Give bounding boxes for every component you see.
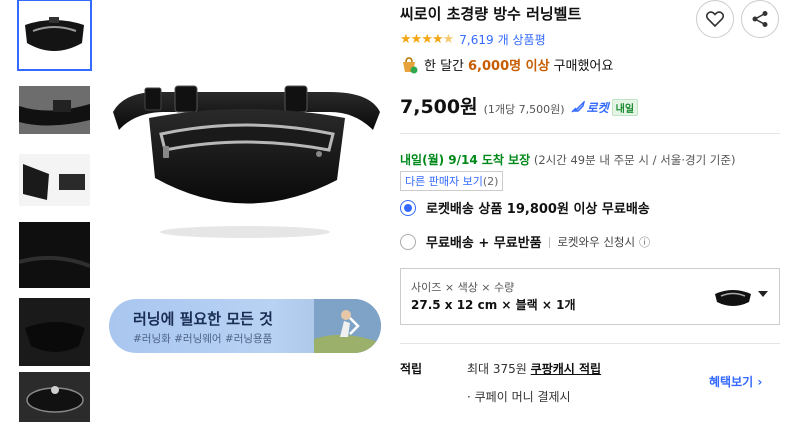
caret-down-icon <box>758 291 768 297</box>
banner-title: 러닝에 필요한 모든 것 <box>133 310 273 328</box>
rating-row[interactable]: ★ ★ ★ ★ ★ 7,619 개 상품평 <box>400 31 546 48</box>
delivery-date: 내일(월) 9/14 도착 보장 <box>400 153 531 167</box>
sold-prefix: 한 달간 <box>424 59 465 74</box>
product-title: 씨로이 초경량 방수 러닝벨트 <box>400 5 582 23</box>
wishlist-button[interactable] <box>696 0 734 38</box>
running-belt-image <box>113 85 380 238</box>
points-line-2: · 쿠페이 머니 결제시 <box>467 390 571 404</box>
shipping-option-free-return[interactable]: 무료배송 + 무료반품 | 로켓와우 신청시 ⓘ <box>400 232 650 251</box>
rocket-wow-note: 로켓와우 신청시 <box>557 234 636 249</box>
thumbnail-1[interactable] <box>17 0 92 71</box>
option-thumbnail <box>715 290 751 306</box>
buckle-image <box>19 154 90 206</box>
product-price: 7,500원 <box>400 96 478 118</box>
coupang-cash-link[interactable]: 쿠팡캐시 적립 <box>531 362 601 376</box>
shipping-option-rocket[interactable]: 로켓배송 상품 19,800원 이상 무료배송 <box>400 198 650 217</box>
star-icon: ★ <box>442 32 455 47</box>
other-sellers-button[interactable]: 다른 판매자 보기(2) <box>400 171 504 191</box>
thumbnail-4[interactable] <box>19 222 90 288</box>
points-label: 적립 <box>400 362 423 376</box>
separator: | <box>547 235 552 248</box>
price-row: 7,500원 (1개당 7,500원) 로켓 내일 <box>400 92 639 119</box>
rocket-icon <box>571 101 585 113</box>
sales-count-row: 한 달간 6,000명 이상 구매했어요 <box>400 55 613 74</box>
review-count[interactable]: 7,619 <box>459 33 493 47</box>
thumbnail-6[interactable] <box>19 372 90 422</box>
running-promo-banner[interactable]: 러닝에 필요한 모든 것 #러닝화 #러닝웨어 #러닝용품 <box>109 299 381 353</box>
info-icon[interactable]: ⓘ <box>639 234 650 250</box>
belt-thumbnail-image <box>19 1 90 69</box>
other-sellers-label: 다른 판매자 보기 <box>405 175 483 188</box>
banner-tags: #러닝화 #러닝웨어 #러닝용품 <box>133 333 273 345</box>
rocket-delivery-badge: 로켓 내일 <box>571 98 639 116</box>
divider <box>400 343 780 344</box>
delivery-info: 내일(월) 9/14 도착 보장 (2시간 49분 내 주문 시 / 서울·경기… <box>400 151 735 168</box>
thumbnail-5[interactable] <box>19 298 90 366</box>
shipping-option-label: 로켓배송 상품 19,800원 이상 무료배송 <box>426 202 650 217</box>
heart-icon <box>706 11 724 27</box>
star-rating: ★ ★ ★ ★ ★ <box>400 32 455 47</box>
main-product-image <box>105 0 390 423</box>
review-count-suffix[interactable]: 개 상품평 <box>498 31 546 48</box>
water-splash-image <box>19 372 90 422</box>
sold-suffix: 구매했어요 <box>553 59 614 74</box>
belt-detail-image <box>19 86 90 134</box>
thumbnail-2[interactable] <box>19 86 90 134</box>
chevron-right-icon <box>349 317 360 335</box>
share-button[interactable] <box>741 0 779 38</box>
star-icon: ★ <box>421 32 433 47</box>
unit-price: (1개당 7,500원) <box>483 103 565 116</box>
divider <box>400 133 780 134</box>
tomorrow-badge: 내일 <box>611 98 639 116</box>
rocket-label: 로켓 <box>586 100 609 115</box>
star-icon: ★ <box>410 32 423 47</box>
other-sellers-count: (2) <box>482 175 499 188</box>
fabric-image <box>19 222 90 288</box>
points-max: 최대 375원 <box>467 362 527 376</box>
star-icon: ★ <box>400 32 412 47</box>
shipping-option-label: 무료배송 + 무료반품 <box>426 236 542 251</box>
star-icon: ★ <box>431 32 444 47</box>
option-selector[interactable]: 사이즈 × 색상 × 수량 27.5 x 12 cm × 블랙 × 1개 <box>400 268 780 325</box>
cart-badge-icon <box>403 56 418 73</box>
thumbnail-3[interactable] <box>19 154 90 206</box>
sold-count: 6,000명 이상 <box>468 59 550 74</box>
radio-selected[interactable] <box>400 199 416 216</box>
radio-unselected[interactable] <box>400 233 416 250</box>
delivery-detail: (2시간 49분 내 주문 시 / 서울·경기 기준) <box>533 153 736 167</box>
option-selector-label: 사이즈 × 색상 × 수량 <box>411 281 515 294</box>
benefits-link[interactable]: 혜택보기 › <box>709 373 762 390</box>
belt-dark-image <box>19 298 90 366</box>
share-icon <box>752 11 768 27</box>
points-line-1: 최대 375원 쿠팡캐시 적립 <box>467 360 601 377</box>
option-selector-value: 27.5 x 12 cm × 블랙 × 1개 <box>411 298 576 312</box>
